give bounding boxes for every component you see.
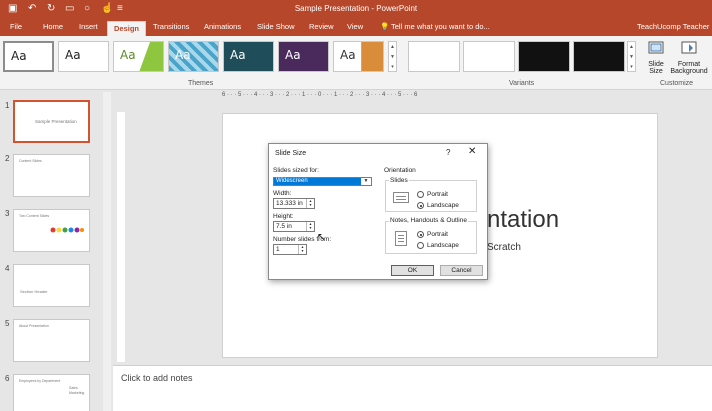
spinner-arrows-icon[interactable]: ▲ ▼ bbox=[306, 199, 314, 208]
horizontal-ruler: 6 · · · 5 · · · 4 · · · 3 · · · 2 · · · … bbox=[222, 92, 418, 98]
spinner-arrows-icon[interactable]: ▲ ▼ bbox=[306, 222, 314, 231]
variant-1[interactable] bbox=[408, 41, 460, 72]
ribbon-tabs: File Home Insert Design Transitions Anim… bbox=[0, 19, 712, 36]
slide-title-text[interactable]: ntation bbox=[487, 206, 559, 234]
notes-placeholder: Click to add notes bbox=[121, 373, 193, 383]
spinner-arrows-icon[interactable]: ▲ ▼ bbox=[298, 245, 306, 254]
tab-insert[interactable]: Insert bbox=[79, 22, 98, 31]
variant-3[interactable] bbox=[518, 41, 570, 72]
help-button[interactable]: ? bbox=[446, 148, 450, 157]
notes-landscape-label: Landscape bbox=[427, 242, 459, 249]
slide-number: 2 bbox=[5, 154, 10, 163]
customize-group-label: Customize bbox=[660, 80, 694, 87]
themes-group-label: Themes bbox=[188, 80, 214, 87]
slide-number: 6 bbox=[5, 374, 10, 383]
thumbnail-scrollbar[interactable] bbox=[103, 92, 111, 411]
notes-orientation-icon bbox=[395, 231, 407, 246]
notes-portrait-radio[interactable] bbox=[417, 231, 424, 238]
theme-integral[interactable]: Aa bbox=[168, 41, 219, 72]
tab-animations[interactable]: Animations bbox=[204, 22, 241, 31]
slide-number: 1 bbox=[5, 101, 10, 110]
balloons-image bbox=[50, 227, 84, 233]
slide-thumbnail-5[interactable]: About Presentation bbox=[13, 319, 90, 362]
slide-thumbnail-1[interactable]: Sample Presentation bbox=[13, 100, 90, 143]
chevron-down-icon: ▼ bbox=[363, 178, 369, 184]
slide-size-dialog: Slide Size ? ✕ Slides sized for: Widescr… bbox=[268, 143, 488, 280]
theme-organic[interactable]: Aa bbox=[333, 41, 384, 72]
slides-landscape-label: Landscape bbox=[427, 202, 459, 209]
slide-subtitle-text[interactable]: Scratch bbox=[487, 242, 521, 253]
width-label: Width: bbox=[273, 190, 292, 197]
theme-facet[interactable]: Aa bbox=[113, 41, 164, 72]
lightbulb-icon: 💡 bbox=[380, 22, 390, 31]
theme-ion[interactable]: Aa bbox=[278, 41, 329, 72]
format-background-button[interactable]: Format Background bbox=[669, 39, 709, 75]
tab-file[interactable]: File bbox=[10, 22, 22, 31]
theme-office-2[interactable]: Aa bbox=[58, 41, 109, 72]
slides-portrait-radio[interactable] bbox=[417, 191, 424, 198]
tab-transitions[interactable]: Transitions bbox=[153, 22, 189, 31]
slide-number: 4 bbox=[5, 264, 10, 273]
user-name[interactable]: TeachUcomp Teacher bbox=[637, 22, 709, 31]
tab-slide-show[interactable]: Slide Show bbox=[257, 22, 295, 31]
height-spinner[interactable]: 7.5 in ▲ ▼ bbox=[273, 221, 315, 232]
cancel-button[interactable]: Cancel bbox=[440, 265, 483, 276]
orientation-label: Orientation bbox=[384, 167, 416, 174]
tab-home[interactable]: Home bbox=[43, 22, 63, 31]
slides-sized-for-label: Slides sized for: bbox=[273, 167, 319, 174]
slide-thumbnail-pane: 1 Sample Presentation 2 Content Slides 3… bbox=[0, 90, 113, 411]
dialog-title: Slide Size bbox=[275, 150, 307, 157]
variant-2[interactable] bbox=[463, 41, 515, 72]
variants-group-label: Variants bbox=[509, 80, 535, 87]
mouse-cursor-icon: ↖ bbox=[317, 232, 326, 243]
width-spinner[interactable]: 13.333 in ▲ ▼ bbox=[273, 198, 315, 209]
tab-design[interactable]: Design bbox=[107, 21, 147, 36]
notes-orientation-label: Notes, Handouts & Outline bbox=[389, 217, 468, 224]
vertical-ruler bbox=[117, 112, 125, 362]
variant-4[interactable] bbox=[573, 41, 625, 72]
title-bar: ▣ ↶ ↻ ▭ ○ ☝ ≡ Sample Presentation - Powe… bbox=[0, 0, 712, 19]
tell-me-search[interactable]: Tell me what you want to do... bbox=[391, 22, 490, 31]
slide-number: 5 bbox=[5, 319, 10, 328]
variants-more-button[interactable]: ▲ ▼ ▾ bbox=[627, 41, 636, 72]
themes-more-button[interactable]: ▲ ▼ ▾ bbox=[388, 41, 397, 72]
slide-orientation-icon bbox=[393, 192, 409, 203]
ok-button[interactable]: OK bbox=[391, 265, 434, 276]
notes-portrait-label: Portrait bbox=[427, 231, 448, 238]
slide-thumbnail-4[interactable]: Section Header bbox=[13, 264, 90, 307]
tab-review[interactable]: Review bbox=[309, 22, 334, 31]
theme-ion-boardroom[interactable]: Aa bbox=[223, 41, 274, 72]
number-slides-from-spinner[interactable]: 1 ▲ ▼ bbox=[273, 244, 307, 255]
height-label: Height: bbox=[273, 213, 294, 220]
theme-office[interactable]: Aa bbox=[3, 41, 54, 72]
slide-thumbnail-3[interactable]: Two Content Slides bbox=[13, 209, 90, 252]
notes-pane[interactable]: Click to add notes bbox=[113, 365, 712, 411]
window-title: Sample Presentation - PowerPoint bbox=[294, 4, 418, 13]
slide-size-button[interactable]: Slide Size bbox=[644, 39, 668, 75]
ribbon: Aa Aa Aa Aa Aa Aa Aa ▲ ▼ ▾ Themes ▲ ▼ ▾ Vari… bbox=[0, 36, 712, 90]
tab-view[interactable]: View bbox=[347, 22, 363, 31]
notes-landscape-radio[interactable] bbox=[417, 242, 424, 249]
slides-landscape-radio[interactable] bbox=[417, 202, 424, 209]
close-button[interactable]: ✕ bbox=[468, 146, 476, 157]
slide-size-icon bbox=[648, 41, 664, 54]
slides-orientation-label: Slides bbox=[389, 177, 409, 184]
slide-thumbnail-6[interactable]: Employees by Department Sales Marketing bbox=[13, 374, 90, 411]
slide-number: 3 bbox=[5, 209, 10, 218]
slides-portrait-label: Portrait bbox=[427, 191, 448, 198]
slide-thumbnail-2[interactable]: Content Slides bbox=[13, 154, 90, 197]
format-background-icon bbox=[681, 41, 697, 54]
slides-sized-for-select[interactable]: Widescreen ▼ bbox=[273, 177, 372, 186]
